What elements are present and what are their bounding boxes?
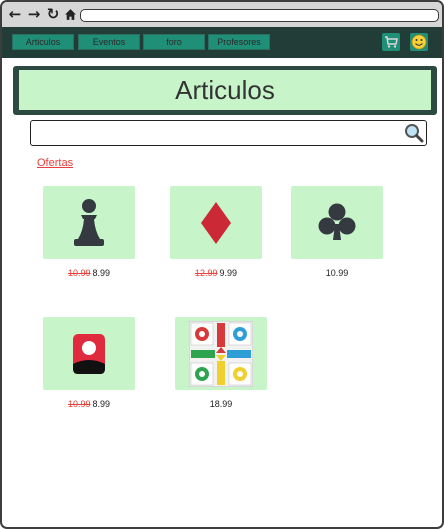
cart-icon[interactable] — [382, 33, 400, 51]
product-card[interactable]: 10.99 8.99 — [43, 317, 135, 409]
browser-toolbar: ← → ↻ — [2, 2, 442, 27]
parchis-board-icon — [189, 320, 253, 387]
tab-articulos[interactable]: Articulos — [12, 34, 74, 50]
product-card[interactable]: 10.99 — [291, 186, 383, 278]
back-arrow-icon[interactable]: ← — [7, 6, 23, 22]
page-title: Articulos — [19, 70, 431, 110]
offers-link[interactable]: Ofertas — [37, 157, 73, 169]
product-card[interactable]: 18.99 — [175, 317, 267, 409]
current-price: 8.99 — [92, 399, 111, 409]
old-price: 12.99 — [194, 268, 218, 278]
search-icon[interactable] — [404, 123, 424, 143]
current-price: 10.99 — [325, 268, 349, 278]
price-label: 10.99 — [291, 268, 383, 278]
app-navbar: Articulos Eventos foro Profesores — [2, 27, 442, 58]
reload-icon[interactable]: ↻ — [45, 6, 61, 22]
tab-profesores[interactable]: Profesores — [208, 34, 270, 50]
home-icon[interactable] — [62, 6, 78, 22]
price-label: 12.99 9.99 — [170, 268, 262, 278]
product-card[interactable]: 10.99 8.99 — [43, 186, 135, 278]
price-label: 10.99 8.99 — [43, 268, 135, 278]
card-icon — [73, 333, 105, 374]
search-input[interactable] — [30, 120, 427, 146]
current-price: 8.99 — [92, 268, 111, 278]
product-image[interactable] — [43, 317, 135, 390]
chess-pawn-icon — [74, 198, 104, 246]
tab-eventos[interactable]: Eventos — [78, 34, 140, 50]
product-image[interactable] — [170, 186, 262, 259]
tab-foro[interactable]: foro — [143, 34, 205, 50]
product-image[interactable] — [175, 317, 267, 390]
product-image[interactable] — [43, 186, 135, 259]
club-icon — [318, 203, 356, 240]
price-label: 10.99 8.99 — [43, 399, 135, 409]
current-price: 9.99 — [219, 268, 238, 278]
current-price: 18.99 — [209, 399, 233, 409]
user-smiley-icon[interactable] — [410, 33, 428, 51]
old-price: 10.99 — [67, 268, 91, 278]
product-card[interactable]: 12.99 9.99 — [170, 186, 262, 278]
browser-window: ← → ↻ Articulos Eventos foro Profesores … — [0, 0, 444, 529]
product-image[interactable] — [291, 186, 383, 259]
old-price: 10.99 — [67, 399, 91, 409]
forward-arrow-icon[interactable]: → — [26, 6, 42, 22]
diamond-icon — [201, 201, 231, 244]
address-bar[interactable] — [80, 9, 439, 22]
page-banner: Articulos — [13, 66, 437, 115]
price-label: 18.99 — [175, 399, 267, 409]
